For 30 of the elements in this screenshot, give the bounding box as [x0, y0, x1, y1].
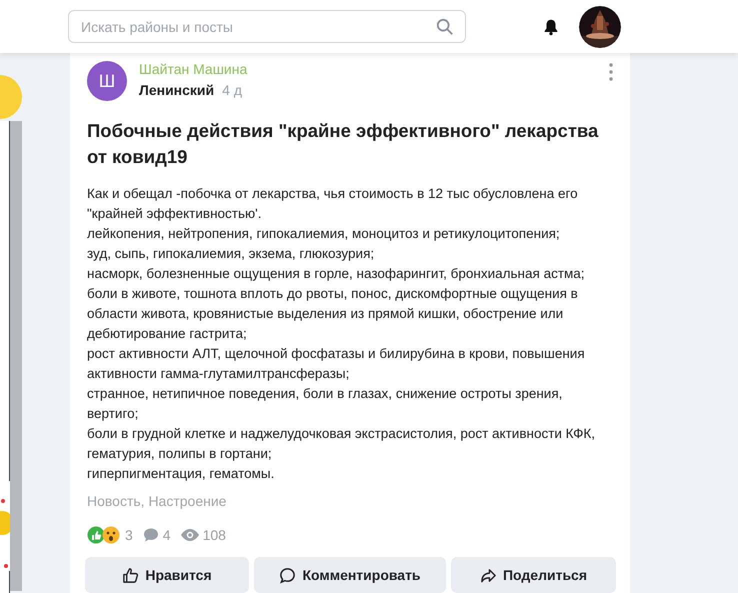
post-paragraph: странное, нетипичное поведения, боли в глазах, снижение остроты зрения, вертиго; — [87, 385, 564, 423]
comment-button[interactable]: Комментировать — [254, 557, 446, 593]
thumbs-up-icon — [122, 566, 140, 584]
comments-count: 4 — [162, 527, 171, 543]
scroll-bar[interactable] — [10, 121, 22, 591]
post-paragraph: лейкопения, нейтропения, гипокалиемия, моноцитоз и ретикулоцитопения; — [87, 225, 561, 243]
eye-icon — [180, 529, 199, 541]
post-paragraph: зуд, сыпь, гипокалиемия, экзема, глюкозурия; — [87, 245, 376, 263]
comment-bubble-icon — [142, 527, 159, 543]
post-paragraph: боли в грудной клетке и наджелудочковая экстрасистолия, рост активности КФК, гематурия, полипы в гортани; — [87, 425, 596, 463]
post-paragraph: Как и обещал -побочка от лекарства, чья стоимость в 12 тыс обусловлена его "крайней эффективностью'. — [87, 185, 579, 223]
share-arrow-icon — [480, 566, 497, 584]
post-age: 4 д — [222, 82, 242, 98]
post-paragraph: боли в животе, тошнота вплоть до рвоты, понос, дискомфортные ощущения в области живота, кровянистые выделения из прямой кишки, обострение или дебютирование гастрита; — [87, 285, 579, 343]
views-count: 108 — [202, 527, 226, 543]
post-paragraph: гиперпигментация, гематомы. — [87, 465, 276, 483]
like-button[interactable]: Нравится — [85, 557, 249, 593]
author-avatar[interactable]: Ш — [87, 61, 127, 101]
post-paragraph: насморк, болезненные ощущения в горле, назофарингит, бронхиальная астма; — [87, 265, 586, 283]
post-title: Побочные действия "крайне эффективного" лекарства от ковид19 — [87, 119, 600, 169]
reaction-icons[interactable] — [87, 526, 121, 544]
reactions-count: 3 — [125, 527, 133, 543]
notification-bell-icon[interactable] — [542, 18, 560, 36]
share-button[interactable]: Поделиться — [451, 557, 616, 593]
speech-bubble-icon — [279, 566, 296, 584]
post-paragraph: рост активности АЛТ, щелочной фосфатазы и билирубина в крови, повышения активности гамма-глутамилтрансферазы; — [87, 345, 586, 383]
search-icon[interactable] — [436, 18, 454, 36]
search-field[interactable]: Искать районы и посты — [68, 10, 466, 43]
more-options-icon[interactable] — [609, 63, 613, 81]
district-name[interactable]: Ленинский — [139, 82, 214, 98]
